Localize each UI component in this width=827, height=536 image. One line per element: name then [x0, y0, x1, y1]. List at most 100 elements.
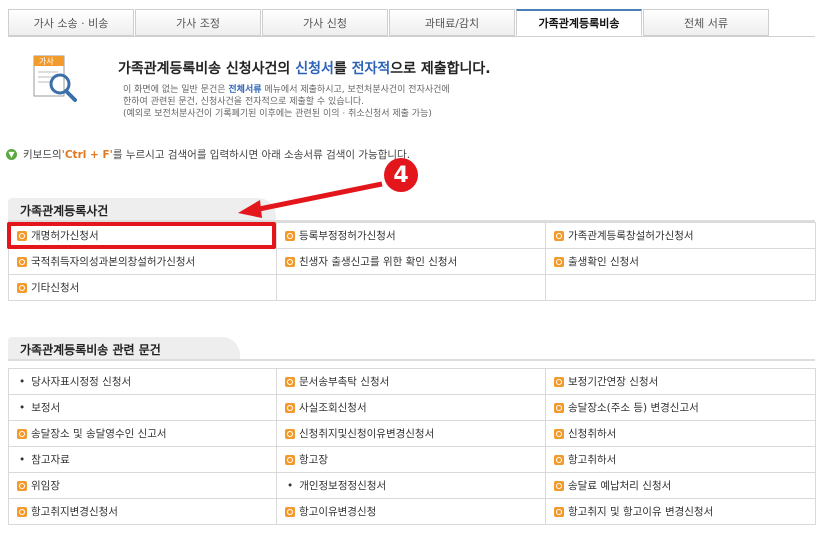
document-icon: [285, 428, 295, 439]
table-cell: [545, 274, 816, 301]
table-cell[interactable]: 등록부정정허가신청서: [276, 222, 546, 249]
table-cell[interactable]: 국적취득자의성과본의창설허가신청서: [8, 248, 277, 275]
tab-1[interactable]: 가사 조정: [135, 9, 261, 36]
document-link[interactable]: • 참고자료: [17, 452, 276, 467]
document-link[interactable]: • 당사자표시정정 신청서: [17, 374, 276, 389]
related-documents-table: • 당사자표시정정 신청서 문서송부촉탁 신청서 보정기간연장 신청서 • 보정서 사실조회…: [8, 368, 816, 525]
document-label: 항고취지변경신청서: [31, 506, 118, 518]
document-link[interactable]: 항고취지 및 항고이유 변경신청서: [554, 504, 815, 519]
table-cell[interactable]: 항고취하서: [545, 446, 816, 473]
table-cell[interactable]: 신청취하서: [545, 420, 816, 447]
tab-2[interactable]: 가사 신청: [262, 9, 388, 36]
table-row: 송달장소 및 송달영수인 신고서 신청취지및신청이유변경신청서 신청취하서: [8, 420, 816, 447]
table-row: 항고취지변경신청서 항고이유변경신청 항고취지 및 항고이유 변경신청서: [8, 498, 816, 525]
table-row: • 당사자표시정정 신청서 문서송부촉탁 신청서 보정기간연장 신청서: [8, 368, 816, 395]
document-link[interactable]: 항고장: [285, 452, 545, 467]
document-icon: [554, 376, 564, 387]
document-label: 친생자 출생신고를 위한 확인 신청서: [299, 256, 458, 268]
table-cell[interactable]: 출생확인 신청서: [545, 248, 816, 275]
document-label: 국적취득자의성과본의창설허가신청서: [31, 256, 196, 268]
table-cell[interactable]: • 참고자료: [8, 446, 277, 473]
bullet-icon: •: [19, 375, 26, 388]
document-link[interactable]: 보정기간연장 신청서: [554, 374, 815, 389]
document-label: 신청취지및신청이유변경신청서: [299, 428, 435, 440]
document-link[interactable]: • 보정서: [17, 400, 276, 415]
document-icon: [17, 480, 27, 491]
document-link[interactable]: 항고이유변경신청: [285, 504, 545, 519]
bullet-icon: •: [287, 479, 294, 492]
table-cell[interactable]: 보정기간연장 신청서: [545, 368, 816, 395]
search-hint: ▼ 키보드의 'Ctrl + F' 를 누르시고 검색어를 입력하시면 아래 소송…: [6, 147, 410, 162]
document-label: 송달장소(주소 등) 변경신고서: [568, 402, 699, 414]
document-icon: [17, 256, 27, 267]
document-label: 가족관계등록창설허가신청서: [568, 230, 694, 242]
document-link[interactable]: 친생자 출생신고를 위한 확인 신청서: [285, 254, 545, 269]
document-link[interactable]: 송달료 예납처리 신청서: [554, 478, 815, 493]
document-icon: [554, 454, 564, 465]
document-link[interactable]: 신청취하서: [554, 426, 815, 441]
document-link[interactable]: 송달장소(주소 등) 변경신고서: [554, 400, 815, 415]
document-label: 항고취지 및 항고이유 변경신청서: [568, 506, 714, 518]
table-cell[interactable]: 신청취지및신청이유변경신청서: [276, 420, 546, 447]
table-row: 기타신청서: [8, 274, 816, 301]
table-cell[interactable]: 송달장소(주소 등) 변경신고서: [545, 394, 816, 421]
annotation-arrow: [238, 181, 383, 218]
table-cell[interactable]: 가족관계등록창설허가신청서: [545, 222, 816, 249]
table-cell[interactable]: 개명허가신청서: [8, 222, 277, 249]
table-cell[interactable]: • 당사자표시정정 신청서: [8, 368, 277, 395]
all-documents-link[interactable]: 전체서류: [228, 85, 261, 95]
document-label: 보정기간연장 신청서: [568, 376, 659, 388]
document-icon: [285, 376, 295, 387]
table-cell[interactable]: 위임장: [8, 472, 277, 499]
document-label: 출생확인 신청서: [568, 256, 639, 268]
document-label: 개인정보정정신청서: [299, 480, 387, 492]
document-icon: [554, 480, 564, 491]
table-cell[interactable]: 항고취지변경신청서: [8, 498, 277, 525]
table-cell[interactable]: 문서송부촉탁 신청서: [276, 368, 546, 395]
table-row: 국적취득자의성과본의창설허가신청서 친생자 출생신고를 위한 확인 신청서 출생확인…: [8, 248, 816, 275]
tab-4[interactable]: 가족관계등록비송: [516, 9, 642, 36]
tab-0[interactable]: 가사 소송 · 비송: [8, 9, 134, 36]
table-row: 위임장 • 개인정보정정신청서 송달료 예납처리 신청서: [8, 472, 816, 499]
tab-underline: [8, 36, 815, 37]
document-icon: [17, 428, 27, 439]
document-link[interactable]: 출생확인 신청서: [554, 254, 815, 269]
document-label: 사실조회신청서: [299, 402, 367, 414]
document-link[interactable]: 신청취지및신청이유변경신청서: [285, 426, 545, 441]
document-link[interactable]: • 개인정보정정신청서: [285, 478, 545, 493]
document-label: 문서송부촉탁 신청서: [299, 376, 390, 388]
table-row: • 참고자료 항고장 항고취하서: [8, 446, 816, 473]
document-label: 항고장: [299, 454, 328, 466]
document-link[interactable]: 국적취득자의성과본의창설허가신청서: [17, 254, 276, 269]
document-link[interactable]: 위임장: [17, 478, 276, 493]
table-cell: [276, 274, 546, 301]
table-cell[interactable]: • 보정서: [8, 394, 277, 421]
table-cell[interactable]: 항고장: [276, 446, 546, 473]
tab-3[interactable]: 과태료/감치: [389, 9, 515, 36]
document-link[interactable]: 항고취지변경신청서: [17, 504, 276, 519]
table-cell[interactable]: 기타신청서: [8, 274, 277, 301]
document-link[interactable]: 송달장소 및 송달영수인 신고서: [17, 426, 276, 441]
document-label: 개명허가신청서: [31, 230, 99, 242]
document-icon: [554, 428, 564, 439]
document-link[interactable]: 문서송부촉탁 신청서: [285, 374, 545, 389]
table-cell[interactable]: 친생자 출생신고를 위한 확인 신청서: [276, 248, 546, 275]
document-icon: [285, 402, 295, 413]
table-cell[interactable]: 송달료 예납처리 신청서: [545, 472, 816, 499]
table-row: • 보정서 사실조회신청서 송달장소(주소 등) 변경신고서: [8, 394, 816, 421]
document-link[interactable]: 개명허가신청서: [17, 228, 276, 243]
table-cell[interactable]: 사실조회신청서: [276, 394, 546, 421]
document-link[interactable]: 등록부정정허가신청서: [285, 228, 545, 243]
tab-bar: 가사 소송 · 비송 가사 조정 가사 신청 과태료/감치 가족관계등록비송 전체 서류: [8, 9, 771, 37]
document-link[interactable]: 기타신청서: [17, 280, 276, 295]
table-cell[interactable]: • 개인정보정정신청서: [276, 472, 546, 499]
table-cell[interactable]: 항고이유변경신청: [276, 498, 546, 525]
document-search-icon: 가사: [33, 55, 77, 102]
document-link[interactable]: 사실조회신청서: [285, 400, 545, 415]
table-cell[interactable]: 항고취지 및 항고이유 변경신청서: [545, 498, 816, 525]
document-link[interactable]: 항고취하서: [554, 452, 815, 467]
tab-5[interactable]: 전체 서류: [643, 9, 769, 36]
document-link[interactable]: 가족관계등록창설허가신청서: [554, 228, 815, 243]
table-cell[interactable]: 송달장소 및 송달영수인 신고서: [8, 420, 277, 447]
intro-title: 가족관계등록비송 신청사건의 신청서를 전자적으로 제출합니다.: [118, 61, 491, 77]
